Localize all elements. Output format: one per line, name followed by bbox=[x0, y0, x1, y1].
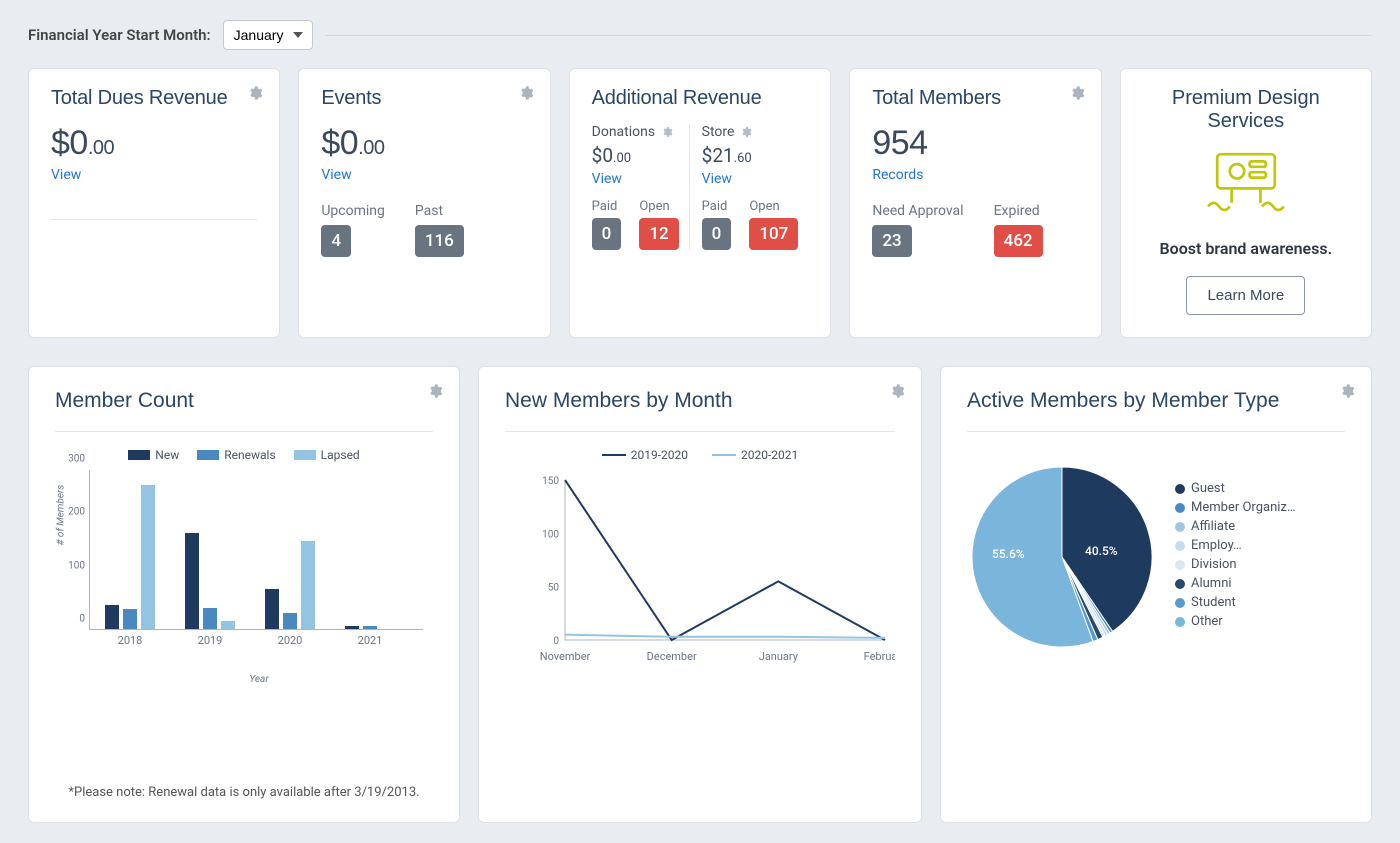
donations-open-badge[interactable]: 12 bbox=[639, 218, 678, 250]
svg-text:0: 0 bbox=[553, 636, 559, 647]
past-badge[interactable]: 116 bbox=[415, 225, 464, 257]
divider bbox=[51, 219, 257, 220]
view-link[interactable]: View bbox=[702, 171, 732, 187]
open-label: Open bbox=[639, 199, 678, 214]
svg-text:150: 150 bbox=[542, 476, 559, 487]
svg-text:100: 100 bbox=[542, 529, 559, 540]
summary-cards-row: Total Dues Revenue $0.00 View Events $0.… bbox=[28, 68, 1372, 338]
legend-swatch-lapsed bbox=[294, 450, 316, 460]
store-open-badge[interactable]: 107 bbox=[749, 218, 798, 250]
divider bbox=[55, 431, 433, 432]
card-total-dues-revenue: Total Dues Revenue $0.00 View bbox=[28, 68, 280, 338]
legend-swatch-renewals bbox=[197, 450, 219, 460]
pie-legend-item: Employ… bbox=[1175, 538, 1296, 553]
fy-start-month-select[interactable]: January bbox=[223, 20, 313, 50]
gear-icon[interactable] bbox=[661, 126, 673, 138]
svg-text:December: December bbox=[647, 650, 697, 663]
topbar-divider bbox=[325, 35, 1372, 36]
store-label: Store bbox=[702, 124, 735, 140]
svg-text:February: February bbox=[864, 650, 895, 663]
donations-label: Donations bbox=[592, 124, 655, 140]
boost-text: Boost brand awareness. bbox=[1143, 239, 1349, 258]
gear-icon[interactable] bbox=[889, 383, 905, 399]
view-link[interactable]: View bbox=[321, 167, 351, 183]
divider bbox=[505, 431, 895, 432]
pie-chart-plot: 55.6% 40.5% bbox=[967, 462, 1157, 652]
need-approval-label: Need Approval bbox=[872, 203, 963, 219]
gear-icon[interactable] bbox=[1339, 383, 1355, 399]
gear-icon[interactable] bbox=[518, 85, 534, 101]
expired-badge[interactable]: 462 bbox=[994, 225, 1043, 257]
members-value: 954 bbox=[872, 124, 1078, 163]
chart-title: Member Count bbox=[55, 389, 433, 413]
store-paid-badge[interactable]: 0 bbox=[702, 218, 732, 250]
svg-text:January: January bbox=[759, 650, 799, 663]
expired-label: Expired bbox=[994, 203, 1043, 219]
legend-swatch-2020 bbox=[712, 454, 736, 456]
upcoming-badge[interactable]: 4 bbox=[321, 225, 351, 257]
card-additional-revenue: Additional Revenue Donations $0.00 View … bbox=[569, 68, 832, 338]
view-link[interactable]: View bbox=[592, 171, 622, 187]
topbar: Financial Year Start Month: January bbox=[28, 20, 1372, 50]
bar-chart-plot: # of Members 0100200300 2018201920202021 bbox=[89, 470, 423, 650]
gear-icon[interactable] bbox=[740, 126, 752, 138]
card-premium-design: Premium Design Services Boost brand awar… bbox=[1120, 68, 1372, 338]
gear-icon[interactable] bbox=[247, 85, 263, 101]
pie-legend-item: Guest bbox=[1175, 481, 1296, 496]
card-title: Additional Revenue bbox=[592, 87, 809, 110]
billboard-icon bbox=[1201, 147, 1291, 227]
legend-swatch-2019 bbox=[602, 454, 626, 456]
open-label: Open bbox=[749, 199, 798, 214]
pie-legend-item: Affiliate bbox=[1175, 519, 1296, 534]
legend-swatch-new bbox=[128, 450, 150, 460]
svg-text:50: 50 bbox=[548, 583, 560, 594]
card-title: Total Members bbox=[872, 87, 1078, 110]
chart-active-members-by-type: Active Members by Member Type 55.6% 40.5… bbox=[940, 366, 1372, 823]
pie-legend: Guest Member Organiz… Affiliate Employ… Divi… bbox=[1175, 481, 1296, 633]
line-legend: 2019-2020 2020-2021 bbox=[505, 448, 895, 462]
fy-start-label: Financial Year Start Month: bbox=[28, 26, 211, 44]
x-axis-label: Year bbox=[85, 674, 433, 685]
store-value: $21.60 bbox=[702, 144, 799, 167]
learn-more-button[interactable]: Learn More bbox=[1186, 276, 1305, 315]
card-title: Premium Design Services bbox=[1143, 87, 1349, 133]
charts-row: Member Count New Renewals Lapsed # of Me… bbox=[28, 366, 1372, 823]
pie-legend-item: Other bbox=[1175, 614, 1296, 629]
pie-legend-item: Student bbox=[1175, 595, 1296, 610]
card-title: Events bbox=[321, 87, 527, 110]
donations-paid-badge[interactable]: 0 bbox=[592, 218, 622, 250]
pie-legend-item: Alumni bbox=[1175, 576, 1296, 591]
view-link[interactable]: View bbox=[51, 167, 81, 183]
records-link[interactable]: Records bbox=[872, 167, 923, 183]
chart-footnote: *Please note: Renewal data is only avail… bbox=[55, 785, 433, 800]
svg-text:November: November bbox=[540, 650, 591, 663]
past-label: Past bbox=[415, 203, 464, 219]
chart-title: New Members by Month bbox=[505, 389, 895, 413]
divider bbox=[967, 431, 1345, 432]
dues-value: $0.00 bbox=[51, 124, 257, 163]
donations-column: Donations $0.00 View Paid 0 Open 12 bbox=[592, 124, 689, 250]
card-events: Events $0.00 View Upcoming 4 Past 116 bbox=[298, 68, 550, 338]
paid-label: Paid bbox=[702, 199, 732, 214]
pie-legend-item: Division bbox=[1175, 557, 1296, 572]
need-approval-badge[interactable]: 23 bbox=[872, 225, 911, 257]
store-column: Store $21.60 View Paid 0 Open 107 bbox=[689, 124, 809, 250]
pie-slice-label-other: 55.6% bbox=[992, 547, 1025, 561]
chart-title: Active Members by Member Type bbox=[967, 389, 1345, 413]
card-title: Total Dues Revenue bbox=[51, 87, 257, 110]
line-chart-plot: 0 50 100 150 November December January February bbox=[515, 470, 895, 670]
card-total-members: Total Members 954 Records Need Approval … bbox=[849, 68, 1101, 338]
upcoming-label: Upcoming bbox=[321, 203, 385, 219]
chart-member-count: Member Count New Renewals Lapsed # of Me… bbox=[28, 366, 460, 823]
gear-icon[interactable] bbox=[1069, 85, 1085, 101]
events-value: $0.00 bbox=[321, 124, 527, 163]
paid-label: Paid bbox=[592, 199, 622, 214]
gear-icon[interactable] bbox=[427, 383, 443, 399]
pie-legend-item: Member Organiz… bbox=[1175, 500, 1296, 515]
chart-new-members-by-month: New Members by Month 2019-2020 2020-2021… bbox=[478, 366, 922, 823]
bar-legend: New Renewals Lapsed bbox=[55, 448, 433, 462]
donations-value: $0.00 bbox=[592, 144, 679, 167]
pie-slice-label-guest: 40.5% bbox=[1085, 544, 1118, 558]
